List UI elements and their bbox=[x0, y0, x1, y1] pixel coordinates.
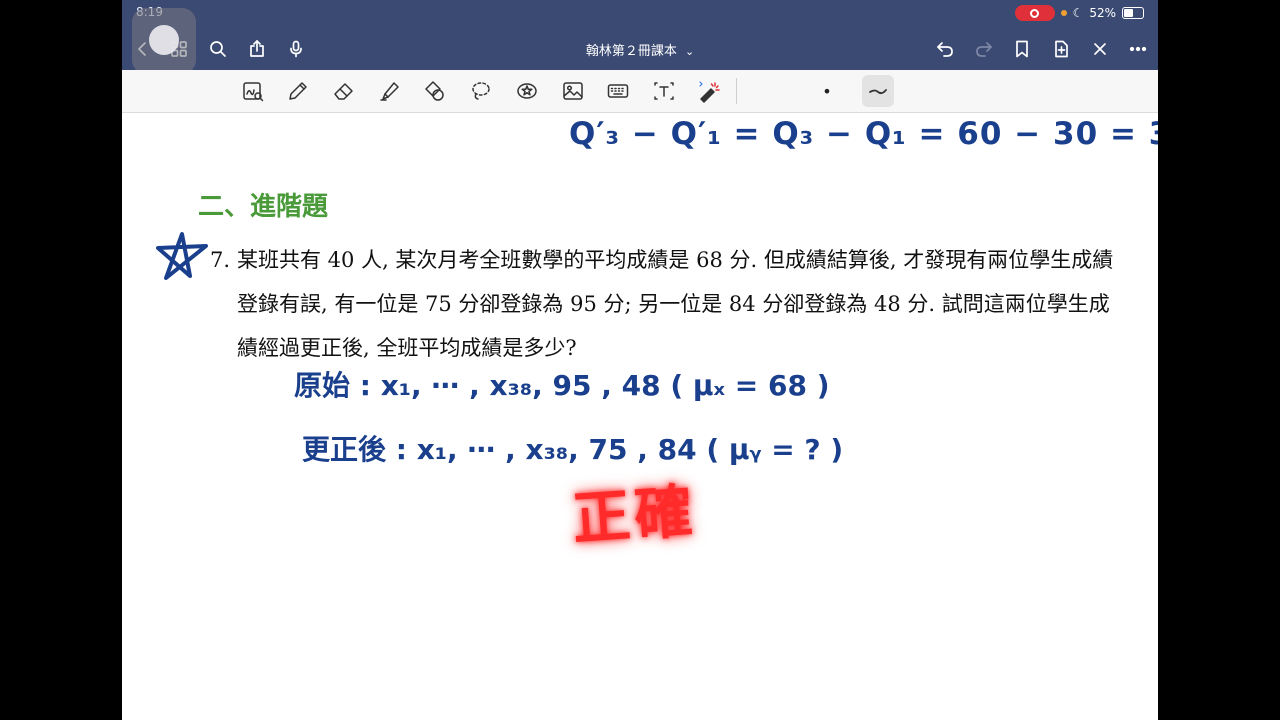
status-indicators: ☾ 52% bbox=[1014, 5, 1144, 21]
close-icon[interactable] bbox=[1087, 36, 1113, 62]
image-icon[interactable] bbox=[557, 75, 589, 107]
document-title-label[interactable]: 翰林第２冊課本 bbox=[586, 44, 677, 59]
handwritten-top-equation: Q′₃ − Q′₁ = Q₃ − Q₁ = 60 − 30 = 30 bbox=[569, 116, 1158, 152]
text-box-icon[interactable] bbox=[648, 75, 680, 107]
lasso-icon[interactable] bbox=[465, 75, 497, 107]
handwritten-original-scores: 原始 : x₁, ⋯ , x₃₈, 95 , 48 ( μₓ = 68 ) bbox=[294, 369, 830, 402]
redo-icon[interactable] bbox=[971, 36, 997, 62]
share-icon[interactable] bbox=[244, 36, 270, 62]
top-navigation-bar: 8:19 ☾ 52% 翰林第２冊課本 ⌄ bbox=[122, 0, 1158, 70]
toolbar-divider bbox=[736, 78, 737, 104]
chevron-down-icon[interactable]: ⌄ bbox=[685, 45, 694, 58]
stroke-width-dot-icon[interactable]: • bbox=[811, 75, 843, 107]
ipad-screen: 8:19 ☾ 52% 翰林第２冊課本 ⌄ bbox=[122, 0, 1158, 720]
problem-number: 7. bbox=[210, 248, 231, 272]
mic-in-use-dot bbox=[1060, 10, 1067, 16]
star-annotation-icon bbox=[156, 232, 208, 280]
moon-icon: ☾ bbox=[1072, 6, 1084, 20]
assistive-touch-button[interactable] bbox=[132, 8, 196, 74]
pen-icon[interactable] bbox=[282, 75, 314, 107]
sticker-icon[interactable] bbox=[511, 75, 543, 107]
keyboard-icon[interactable] bbox=[602, 75, 634, 107]
bookmark-icon[interactable] bbox=[1009, 36, 1035, 62]
document-title: 翰林第２冊課本 ⌄ bbox=[122, 40, 1158, 59]
battery-icon bbox=[1122, 7, 1144, 19]
more-icon[interactable] bbox=[1125, 36, 1151, 62]
handwriting-search-icon[interactable] bbox=[237, 75, 269, 107]
laser-annotation-correct: 正確 bbox=[570, 476, 699, 554]
undo-icon[interactable] bbox=[932, 36, 958, 62]
section-heading: 二、進階題 bbox=[198, 192, 329, 222]
problem-text: 某班共有 40 人, 某次月考全班數學的平均成績是 68 分. 但成績結算後, … bbox=[237, 248, 1114, 360]
handwritten-corrected-scores: 更正後 : x₁, ⋯ , x₃₈, 75 , 84 ( μᵧ = ? ) bbox=[302, 433, 844, 466]
eraser-icon[interactable] bbox=[328, 75, 360, 107]
shapes-icon[interactable] bbox=[419, 75, 451, 107]
drawing-toolbar: • bbox=[122, 70, 1158, 113]
stroke-style-icon[interactable] bbox=[862, 75, 894, 107]
add-page-icon[interactable] bbox=[1048, 36, 1074, 62]
laser-pointer-icon[interactable] bbox=[694, 75, 726, 107]
record-icon bbox=[1030, 8, 1040, 18]
search-icon[interactable] bbox=[205, 36, 231, 62]
battery-percent: 52% bbox=[1089, 6, 1116, 20]
microphone-icon[interactable] bbox=[283, 36, 309, 62]
highlighter-icon[interactable] bbox=[374, 75, 406, 107]
screen-record-indicator[interactable] bbox=[1014, 5, 1055, 21]
